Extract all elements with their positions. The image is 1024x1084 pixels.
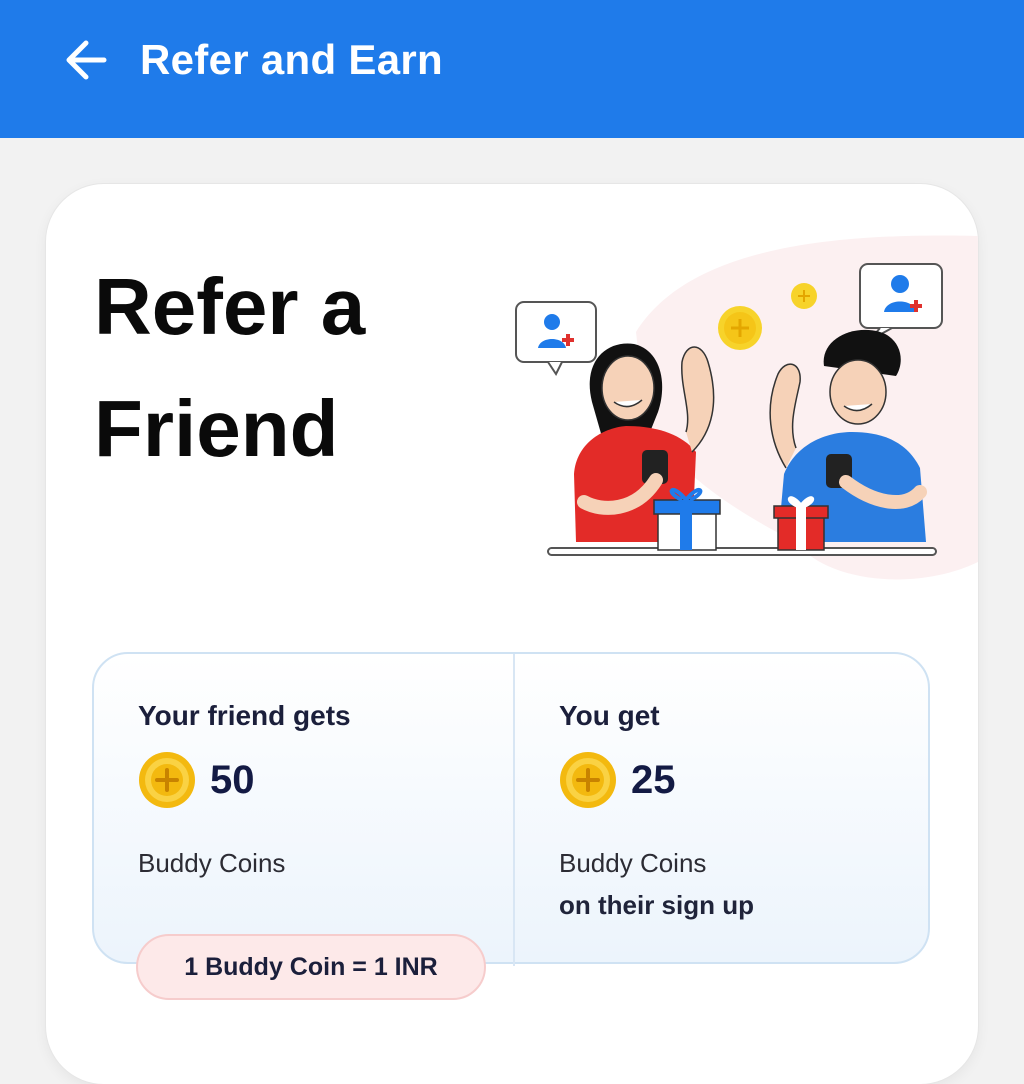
hero-title: Refer a Friend — [94, 262, 366, 473]
conversion-rate-badge: 1 Buddy Coin = 1 INR — [136, 934, 486, 1000]
referral-card: Refer a Friend Your friend gets 50 Buddy… — [46, 184, 978, 1084]
friend-coin-unit: Buddy Coins — [138, 848, 286, 878]
friends-referral-illustration — [515, 235, 978, 580]
gift-box-red — [773, 496, 829, 551]
friend-reward: Your friend gets 50 Buddy Coins — [94, 654, 513, 966]
coin-icon — [139, 752, 195, 808]
arrow-left-icon — [66, 40, 107, 80]
add-user-bubble-left — [515, 301, 597, 376]
friend-reward-heading: Your friend gets — [138, 700, 351, 731]
your-reward-heading: You get — [559, 700, 660, 731]
add-user-bubble-right — [859, 263, 943, 341]
your-reward: You get 25 Buddy Coins on their sign up — [515, 654, 934, 966]
friend-coin-row: 50 — [138, 750, 255, 810]
your-coin-unit: Buddy Coins — [559, 848, 707, 878]
coin-icon — [560, 752, 616, 808]
page-title: Refer and Earn — [140, 36, 443, 83]
your-coin-row: 25 — [559, 750, 676, 810]
app-bar: Refer and Earn — [0, 0, 1024, 138]
your-coin-amount: 25 — [631, 757, 676, 802]
rewards-panel: Your friend gets 50 Buddy Coins You get — [92, 652, 930, 966]
your-reward-condition: on their sign up — [559, 890, 754, 920]
friend-coin-amount: 50 — [210, 757, 255, 802]
back-button[interactable] — [56, 32, 116, 88]
